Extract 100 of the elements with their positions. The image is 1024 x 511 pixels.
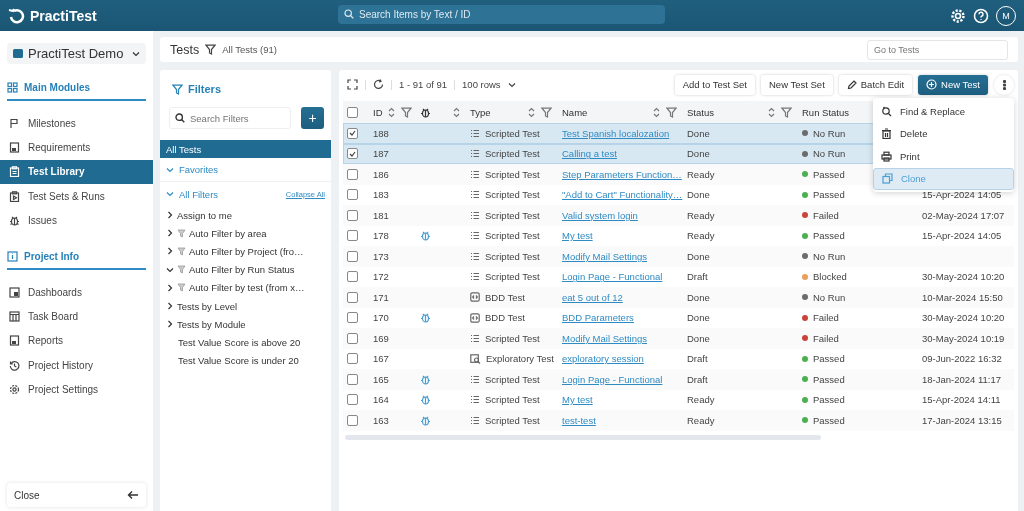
date-cell: 09-Jun-2022 16:32 — [922, 353, 1002, 365]
toolbar-button[interactable]: Batch Edit — [838, 74, 913, 95]
nav-item[interactable]: Test Library — [0, 159, 153, 185]
checkbox[interactable] — [347, 127, 358, 139]
search-window-icon — [470, 353, 481, 364]
test-name-link[interactable]: My test — [562, 230, 593, 242]
checkbox[interactable] — [347, 168, 358, 180]
column-header[interactable]: Status — [687, 106, 714, 118]
page-size-selector[interactable]: 100 rows — [462, 79, 501, 90]
checkbox[interactable] — [347, 189, 358, 201]
run-status-cell: Failed — [813, 209, 839, 221]
id-cell: 163 — [373, 414, 389, 426]
menu-item[interactable]: Print — [873, 145, 1014, 168]
filter-item[interactable]: Assign to me — [177, 209, 232, 221]
status-cell: Done — [687, 291, 710, 303]
run-status-cell: Passed — [813, 168, 845, 180]
list-icon — [470, 415, 480, 425]
test-name-link[interactable]: Step Parameters Function… — [562, 168, 682, 180]
status-cell: Done — [687, 189, 710, 201]
test-name-link[interactable]: exploratory session — [562, 353, 644, 365]
status-cell: Draft — [687, 353, 708, 365]
project-selector[interactable]: PractiTest Demo — [7, 43, 146, 64]
checkbox[interactable] — [347, 332, 358, 344]
search-field[interactable]: Search Filters — [169, 107, 291, 129]
run-status-cell: Failed — [813, 312, 839, 324]
nav-item[interactable]: Test Sets & Runs — [0, 184, 153, 209]
list-icon — [470, 169, 480, 179]
filter-item[interactable]: Test Value Score is under 20 — [178, 355, 299, 367]
go-to-field[interactable]: Go to Tests — [867, 39, 1008, 60]
toolbar-button[interactable]: Add to Test Set — [674, 74, 755, 95]
status-cell: Done — [687, 250, 710, 262]
checkbox[interactable] — [347, 106, 358, 118]
nav-item[interactable]: Task Board — [0, 304, 153, 329]
date-cell: 17-Jan-2024 13:15 — [922, 414, 1002, 426]
checkbox[interactable] — [347, 291, 358, 303]
test-name-link[interactable]: Valid system login — [562, 209, 638, 221]
horizontal-scrollbar[interactable] — [345, 434, 821, 440]
menu-item[interactable]: Delete — [873, 122, 1014, 145]
column-header[interactable]: Name — [562, 106, 588, 118]
close-button[interactable]: Close — [7, 483, 146, 507]
nav-item[interactable]: Milestones — [0, 111, 153, 136]
group-title[interactable]: All Filters — [179, 188, 219, 200]
section-header[interactable]: Project Info — [7, 246, 146, 270]
checkbox[interactable] — [347, 209, 358, 221]
new-test-button[interactable]: New Test — [918, 74, 988, 95]
test-name-link[interactable]: eat 5 out of 12 — [562, 291, 623, 303]
status-cell: Ready — [687, 209, 715, 221]
test-name-link[interactable]: "Add to Cart" Functionality… — [562, 189, 683, 201]
search-field[interactable]: Search Items by Text / ID — [338, 5, 665, 24]
checkbox[interactable] — [347, 148, 358, 160]
nav-item[interactable]: Project Settings — [0, 377, 153, 402]
filter-item[interactable]: Auto Filter by Project (fro… — [189, 245, 304, 257]
checkbox[interactable] — [347, 394, 358, 406]
test-name-link[interactable]: BDD Parameters — [562, 312, 634, 324]
section-header[interactable]: Main Modules — [7, 78, 146, 101]
filter-icon — [172, 83, 183, 95]
date-cell: 30-May-2024 10:19 — [922, 332, 1005, 344]
list-icon — [470, 251, 480, 261]
test-name-link[interactable]: My test — [562, 394, 593, 406]
nav-item[interactable]: Dashboards — [0, 279, 153, 305]
filter-item[interactable]: All Tests — [160, 140, 331, 158]
filter-item[interactable]: Tests by Level — [177, 300, 238, 312]
column-header[interactable]: Run Status — [802, 106, 849, 118]
checkbox[interactable] — [347, 414, 358, 426]
id-cell: 167 — [373, 353, 389, 365]
checkbox[interactable] — [347, 373, 358, 385]
checkbox[interactable] — [347, 230, 358, 242]
filter-item[interactable]: Auto Filter by area — [189, 227, 267, 239]
checkbox[interactable] — [347, 271, 358, 283]
id-cell: 178 — [373, 230, 389, 242]
clone-icon — [882, 173, 893, 185]
test-name-link[interactable]: test-test — [562, 414, 596, 426]
group-title[interactable]: Favorites — [179, 164, 219, 175]
run-status-cell: Passed — [813, 394, 845, 406]
filter-item[interactable]: Tests by Module — [177, 318, 246, 330]
settings-icon — [9, 384, 20, 396]
filter-item[interactable]: Test Value Score is above 20 — [178, 336, 301, 348]
nav-item[interactable]: Requirements — [0, 135, 153, 160]
test-name-link[interactable]: Login Page - Functional — [562, 373, 663, 385]
nav-item[interactable]: Issues — [0, 208, 153, 233]
checkbox[interactable] — [347, 250, 358, 262]
plus-circle-icon — [926, 79, 938, 90]
test-name-link[interactable]: Modify Mail Settings — [562, 250, 647, 262]
toolbar-button[interactable]: New Test Set — [761, 74, 833, 95]
filter-item[interactable]: Auto Filter by Run Status — [189, 264, 295, 276]
test-name-link[interactable]: Login Page - Functional — [562, 271, 663, 283]
chevron-down-icon — [507, 80, 516, 89]
run-status-cell: Passed — [813, 230, 845, 242]
nav-item[interactable]: Project History — [0, 353, 153, 378]
filter-item[interactable]: Auto Filter by test (from x… — [189, 282, 305, 294]
settings-icon[interactable] — [950, 7, 966, 24]
column-header[interactable]: Type — [470, 106, 491, 118]
column-header[interactable]: ID — [373, 106, 383, 118]
nav-item[interactable]: Reports — [0, 328, 153, 354]
add-filter-button[interactable]: + — [301, 107, 324, 129]
test-name-link[interactable]: Modify Mail Settings — [562, 332, 647, 344]
checkbox[interactable] — [347, 312, 358, 324]
menu-item[interactable]: Find & Replace — [873, 100, 1014, 123]
checkbox[interactable] — [347, 353, 358, 365]
app-logo[interactable]: PractiTest — [30, 7, 97, 24]
